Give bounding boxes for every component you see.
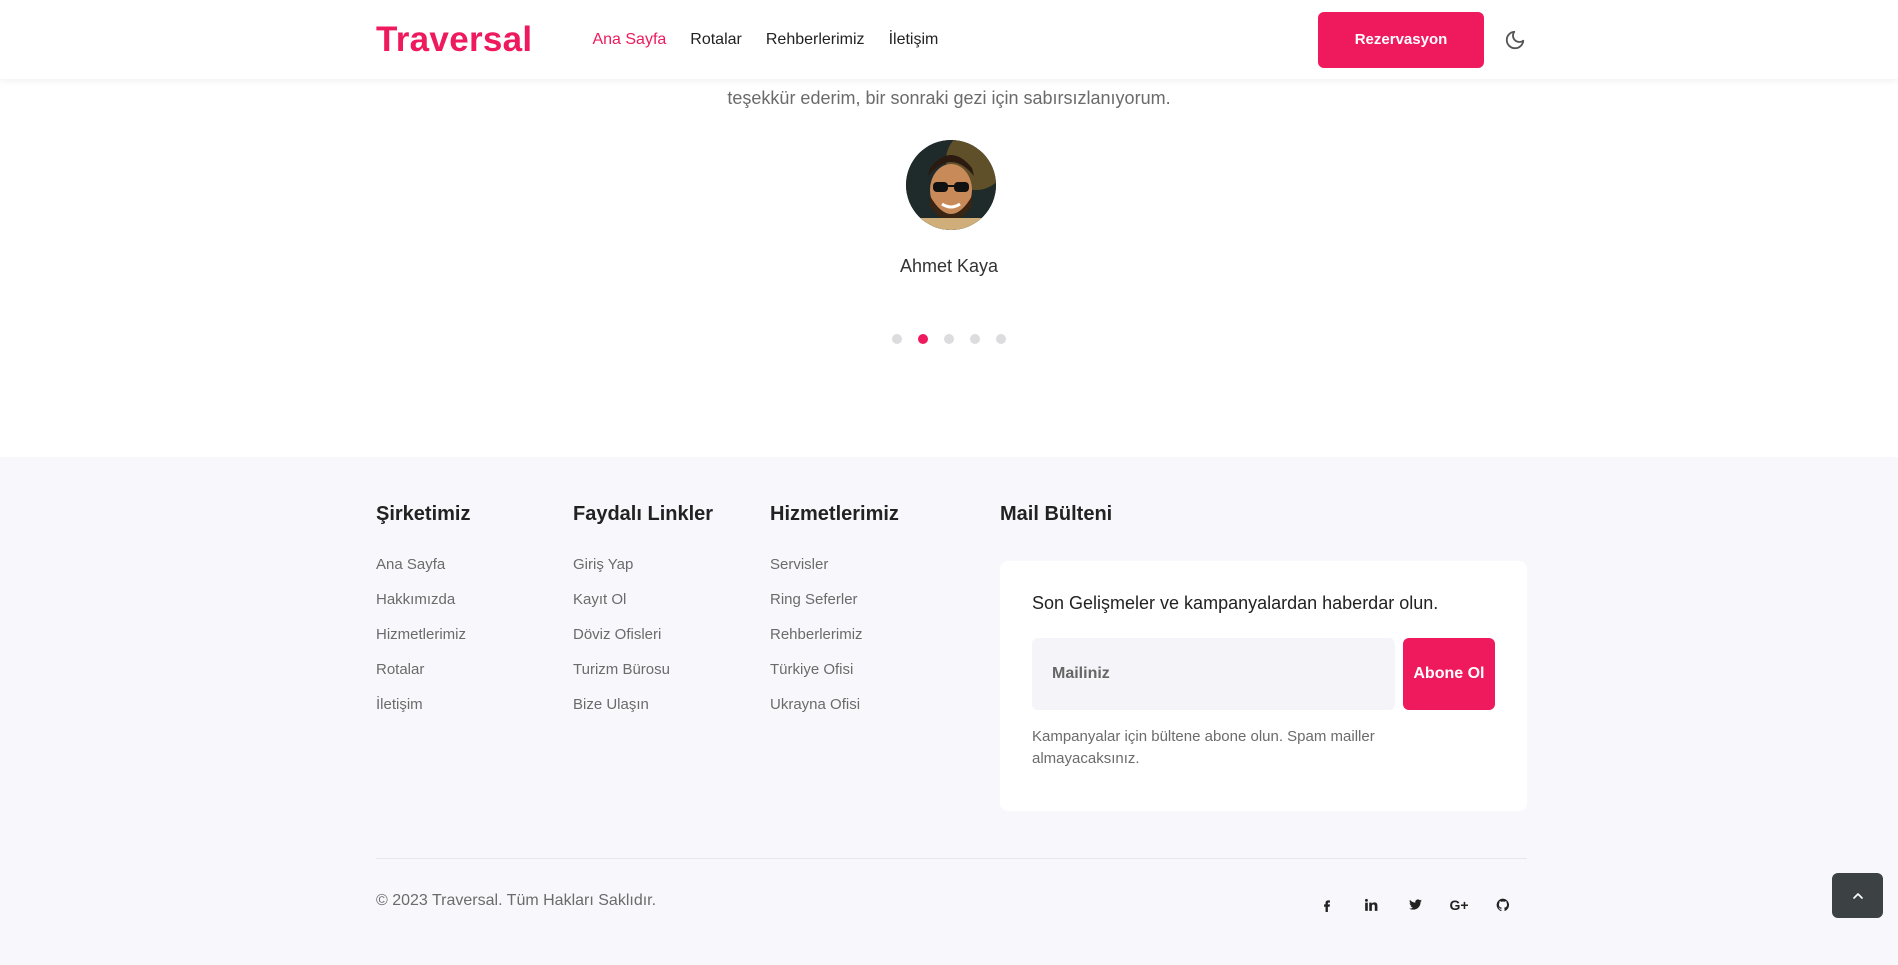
carousel-dot-4[interactable] [970,334,980,344]
footer-link-ring[interactable]: Ring Seferler [770,591,899,626]
site-header: Traversal Ana Sayfa Rotalar Rehberlerimi… [0,0,1898,79]
footer-link-guides[interactable]: Rehberlerimiz [770,626,899,661]
copyright-text: © 2023 Traversal. Tüm Hakları Saklıdır. [376,892,657,909]
footer-services-column: Hizmetlerimiz Servisler Ring Seferler Re… [770,503,899,731]
newsletter-note: Kampanyalar için bültene abone olun. Spa… [1032,728,1375,767]
nav-item-home[interactable]: Ana Sayfa [592,31,666,49]
avatar [906,140,996,230]
footer-link-about[interactable]: Hakkımızda [376,591,470,626]
linkedin-icon[interactable] [1357,891,1385,919]
footer-link-services[interactable]: Hizmetlerimiz [376,626,470,661]
scroll-to-top-button[interactable] [1832,873,1883,918]
footer-newsletter-column: Mail Bülteni [1000,503,1112,556]
social-links: G+ [1313,891,1517,919]
facebook-icon[interactable] [1313,891,1341,919]
footer-column-title: Hizmetlerimiz [770,503,899,525]
nav-item-guides[interactable]: Rehberlerimiz [766,31,865,49]
subscribe-button[interactable]: Abone Ol [1402,638,1495,710]
reservation-button[interactable]: Rezervasyon [1318,11,1484,68]
footer-link-contact[interactable]: İletişim [376,696,470,731]
twitter-icon[interactable] [1401,891,1429,919]
chevron-up-icon [1852,892,1863,899]
footer-link-exchange[interactable]: Döviz Ofisleri [573,626,713,661]
footer-column-title: Faydalı Linkler [573,503,714,525]
footer-link-home[interactable]: Ana Sayfa [376,556,470,591]
carousel-dot-2[interactable] [918,334,928,344]
site-footer: Şirketimiz Ana Sayfa Hakkımızda Hizmetle… [0,457,1898,965]
footer-column-title: Mail Bülteni [1000,503,1113,525]
footer-link-login[interactable]: Giriş Yap [573,556,713,591]
footer-column-title: Şirketimiz [376,503,471,525]
footer-link-routes[interactable]: Rotalar [376,661,470,696]
footer-link-servisler[interactable]: Servisler [770,556,899,591]
newsletter-subtitle: Son Gelişmeler ve kampanyalardan haberda… [1032,593,1439,613]
carousel-dots [0,334,1898,344]
testimonial-author: Ahmet Kaya [899,256,999,276]
footer-link-ukraine-office[interactable]: Ukrayna Ofisi [770,696,899,731]
footer-divider [376,858,1527,859]
footer-link-turkey-office[interactable]: Türkiye Ofisi [770,661,899,696]
main-nav: Ana Sayfa Rotalar Rehberlerimiz İletişim [592,31,938,49]
carousel-dot-5[interactable] [996,334,1006,344]
carousel-dot-3[interactable] [944,334,954,344]
footer-link-reach-us[interactable]: Bize Ulaşın [573,696,713,731]
nav-item-routes[interactable]: Rotalar [690,31,742,49]
carousel-dot-1[interactable] [892,334,902,344]
google-plus-icon[interactable]: G+ [1445,891,1473,919]
moon-icon[interactable] [1502,27,1528,53]
newsletter-email-input[interactable] [1032,638,1395,710]
footer-useful-column: Faydalı Linkler Giriş Yap Kayıt Ol Döviz… [573,503,713,731]
footer-company-column: Şirketimiz Ana Sayfa Hakkımızda Hizmetle… [376,503,470,731]
nav-item-contact[interactable]: İletişim [889,31,939,49]
newsletter-card: Son Gelişmeler ve kampanyalardan haberda… [1000,561,1527,811]
footer-link-register[interactable]: Kayıt Ol [573,591,713,626]
github-icon[interactable] [1489,891,1517,919]
footer-link-tourism[interactable]: Turizm Bürosu [573,661,713,696]
site-logo[interactable]: Traversal [376,20,532,60]
testimonial-quote: teşekkür ederim, bir sonraki gezi için s… [727,88,1171,108]
